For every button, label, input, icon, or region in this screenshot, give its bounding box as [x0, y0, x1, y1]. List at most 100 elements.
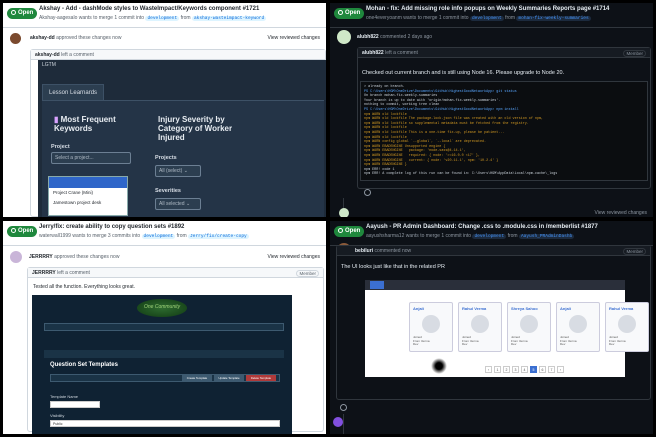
dropdown-option[interactable] [49, 177, 127, 188]
member-avatar [618, 315, 636, 333]
avatar[interactable] [10, 33, 21, 44]
field-label: Template Name [50, 394, 79, 399]
comment-header: akshay-dd left a comment [31, 50, 325, 60]
page-button[interactable]: › [557, 366, 564, 373]
dropdown-option[interactable]: Project Crane (Mini) [49, 188, 127, 198]
member-card[interactable]: Rahul Verma Joined From Verma Dev [458, 302, 502, 352]
page-button[interactable]: 6 [539, 366, 546, 373]
member-info: Joined From Verma Dev [609, 335, 626, 347]
reaction-icon[interactable] [340, 404, 347, 411]
base-branch[interactable]: development [141, 234, 176, 239]
member-card[interactable]: Rahul Verma Joined From Verma Dev [605, 302, 649, 352]
member-card[interactable]: Shreya Sahoo Joined From Verma Dev [507, 302, 551, 352]
page-button[interactable]: 1 [494, 366, 501, 373]
comment-text: Checked out current branch and is still … [362, 70, 565, 76]
update-template-button[interactable]: Update Template [214, 375, 244, 381]
info-bar [44, 350, 284, 358]
comment-event: alubh822 commented 2 days ago [357, 34, 433, 40]
loading-spinner-icon [431, 358, 447, 374]
severities-label: Severities [155, 188, 181, 194]
head-branch[interactable]: Aayush_PRAdminDashb [518, 234, 575, 239]
comment-header: alubh822 left a comment Member [358, 48, 650, 58]
project-dropdown[interactable]: Project Crane (Mini) Jamestown project d… [48, 176, 128, 216]
chevron-down-icon: ⌄ [185, 201, 191, 207]
pr-subtitle: waterwall1999 wants to merge 3 commits i… [39, 233, 249, 239]
review-user[interactable]: akshay-dd [30, 35, 55, 41]
keywords-heading: ▮ Most Frequent Keywords [54, 115, 116, 133]
top-select[interactable] [44, 323, 284, 331]
member-card[interactable]: Anjali Joined From Verma Dev [556, 302, 600, 352]
avatar[interactable] [339, 208, 349, 217]
open-badge: Open [7, 226, 38, 237]
role-badge: Member [623, 50, 646, 57]
terminal-output: > already on branch. PS C:\Users\HGM\OneD… [360, 81, 648, 181]
review-event: akshay-dd approved these changes now [30, 35, 122, 41]
view-reviewed-changes[interactable]: View reviewed changes [268, 254, 320, 260]
page-button[interactable]: 4 [521, 366, 528, 373]
base-branch[interactable]: development [472, 234, 507, 239]
dropdown-option[interactable]: Jamestown project desk [49, 198, 127, 208]
header-logo-icon [370, 281, 384, 289]
project-select[interactable]: Select a project... [51, 152, 131, 164]
page-button[interactable]: 2 [503, 366, 510, 373]
copilot-icon[interactable] [333, 417, 343, 427]
member-card[interactable]: Anjali Joined From Verma Dev [409, 302, 453, 352]
template-name-input[interactable] [50, 401, 100, 408]
page-button[interactable]: 5 [530, 366, 537, 373]
pr-title[interactable]: Mohan - fix: Add missing role info popup… [366, 6, 609, 12]
pr-open-icon [338, 228, 343, 233]
logo-text: One Community [144, 304, 181, 310]
create-template-button[interactable]: Create Template [182, 375, 212, 381]
head-branch[interactable]: Jerry/fix/create-copy [188, 234, 249, 239]
field-label: Visibility [50, 413, 65, 418]
member-avatar [520, 315, 538, 333]
pr-open-icon [11, 10, 16, 15]
tab-lessons-learned[interactable]: Lesson Learnards [42, 84, 105, 100]
review-user[interactable]: JERRRRY [29, 254, 53, 260]
member-avatar [569, 315, 587, 333]
severities-select[interactable]: All selected ⌄ [155, 198, 201, 210]
member-info: Joined From Verma Dev [560, 335, 577, 347]
page-button[interactable]: 3 [512, 366, 519, 373]
page-button[interactable]: ‹ [485, 366, 492, 373]
chart-icon: ▮ [54, 115, 61, 124]
avatar[interactable] [10, 251, 22, 263]
member-name[interactable]: Anjali [413, 306, 424, 311]
view-reviewed-changes[interactable]: View reviewed changes [595, 210, 647, 216]
section-title: Question Set Templates [50, 362, 118, 368]
member-avatar [471, 315, 489, 333]
reaction-icon[interactable] [364, 189, 371, 196]
delete-template-button[interactable]: Delete Template [246, 375, 276, 381]
member-info: Joined From Verma Dev [462, 335, 479, 347]
base-branch[interactable]: development [469, 16, 504, 21]
member-name[interactable]: Shreya Sahoo [511, 306, 538, 311]
visibility-select[interactable]: Public [50, 420, 280, 427]
pr-title[interactable]: Akshay - Add - dashMode styles to WasteI… [39, 6, 259, 12]
projects-select[interactable]: All (select) ⌄ [155, 165, 201, 177]
pr-subtitle: aayushsharma12 wants to merge 1 commit i… [366, 233, 575, 239]
page-button[interactable]: 7 [548, 366, 555, 373]
pr-title[interactable]: Aayush - PR Admin Dashboard: Change .css… [366, 224, 598, 230]
pr-open-icon [338, 10, 343, 15]
open-badge: Open [7, 8, 38, 19]
comment-user[interactable]: alubh822 [357, 34, 379, 40]
projects-label: Projects [155, 155, 177, 161]
member-name[interactable]: Rahul Verma [462, 306, 486, 311]
app-screenshot: One Community Question Set Templates Cre… [32, 295, 292, 434]
role-badge: Member [296, 270, 319, 277]
avatar[interactable] [337, 30, 351, 44]
head-branch[interactable]: akshay-wasteimpact-keyword [191, 16, 267, 21]
pr-title[interactable]: Jerry/fix: create ability to copy questi… [39, 224, 184, 230]
pr-header: Open Jerry/fix: create ability to copy q… [3, 221, 326, 245]
pr-open-icon [11, 228, 16, 233]
head-branch[interactable]: mohan-fix-weekly-summaries [516, 16, 591, 21]
project-label: Project [51, 144, 70, 150]
base-branch[interactable]: development [145, 16, 180, 21]
member-info: Joined From Verma Dev [511, 335, 528, 347]
app-navbar [365, 280, 625, 290]
comment-text: Tested all the function. Everything look… [33, 284, 136, 290]
view-reviewed-changes[interactable]: View reviewed changes [268, 35, 320, 41]
comment-text: LGTM [42, 62, 56, 68]
member-name[interactable]: Rahul Verma [609, 306, 633, 311]
member-name[interactable]: Anjali [560, 306, 571, 311]
